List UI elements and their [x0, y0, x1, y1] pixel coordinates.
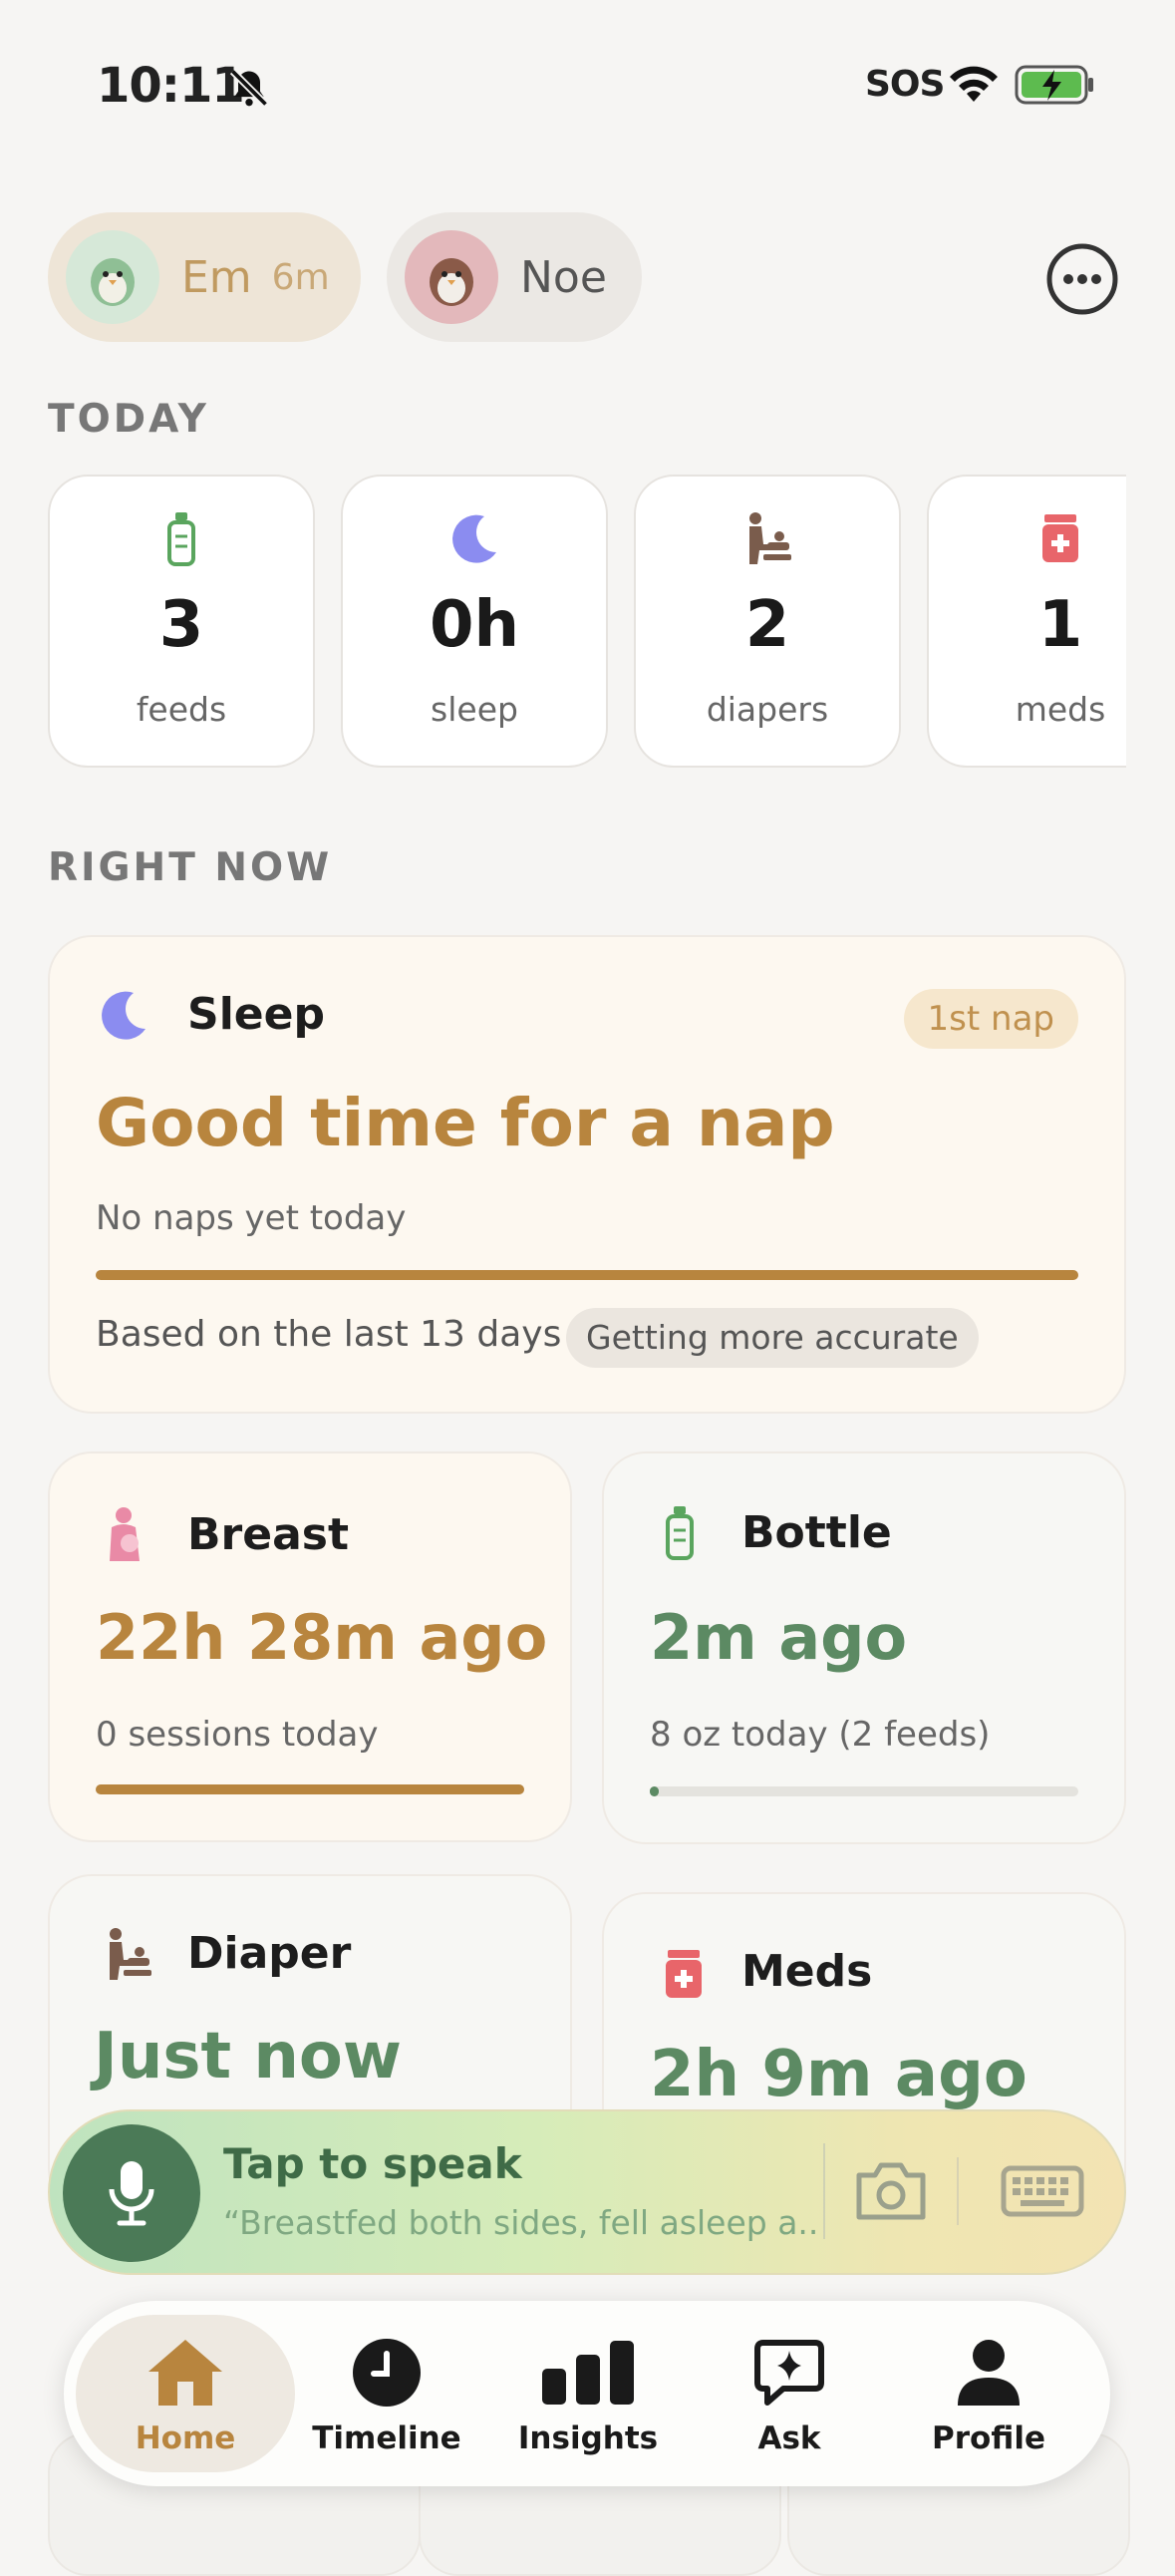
- bottle-card-title: Bottle: [741, 1507, 892, 1558]
- microphone-button[interactable]: [63, 2124, 200, 2262]
- breast-card[interactable]: Breast 22h 28m ago 0 sessions today: [48, 1451, 572, 1842]
- voice-input-bar[interactable]: [48, 2109, 1126, 2275]
- stat-card-sleep[interactable]: 0h sleep: [341, 475, 608, 768]
- stat-value-meds: 1: [1037, 588, 1083, 662]
- sleep-basis-text: Based on the last 13 days: [96, 1314, 562, 1355]
- tab-ask-label: Ask: [757, 2420, 821, 2456]
- keyboard-icon[interactable]: [1001, 2165, 1084, 2217]
- meds-card-title: Meds: [741, 1946, 873, 1997]
- microphone-icon: [109, 2161, 154, 2226]
- diaper-changing-icon: [102, 1926, 153, 1986]
- meds-icon: [929, 510, 1126, 574]
- voice-bar-divider: [823, 2143, 825, 2239]
- stat-value-sleep: 0h: [429, 588, 520, 662]
- profile-pill-em[interactable]: Em 6m: [48, 212, 361, 342]
- bottle-subtitle: 8 oz today (2 feeds): [650, 1715, 991, 1755]
- breast-subtitle: 0 sessions today: [96, 1715, 379, 1755]
- breastfeeding-icon: [104, 1505, 147, 1569]
- tab-insights-label: Insights: [517, 2420, 659, 2456]
- diaper-headline: Just now: [94, 2020, 402, 2093]
- bottle-headline: 2m ago: [650, 1601, 908, 1674]
- sleep-progress-fill: [96, 1270, 1078, 1280]
- home-icon: [145, 2333, 226, 2413]
- bird-avatar-icon: [66, 230, 159, 324]
- voice-prompt-title: Tap to speak: [223, 2139, 522, 2188]
- sleep-headline: Good time for a nap: [96, 1085, 835, 1161]
- voice-prompt-hint: “Breastfed both sides, fell asleep a...: [223, 2203, 817, 2242]
- sleep-progress-bar: [96, 1270, 1078, 1280]
- profile-age-em: 6m: [271, 256, 330, 298]
- sleep-card[interactable]: Sleep 1st nap Good time for a nap No nap…: [48, 935, 1126, 1414]
- stat-label-meds: meds: [1015, 690, 1106, 729]
- meds-headline: 2h 9m ago: [650, 2038, 1028, 2111]
- breast-headline: 22h 28m ago: [96, 1601, 548, 1674]
- breast-card-title: Breast: [187, 1509, 349, 1560]
- tab-profile[interactable]: Profile: [899, 2301, 1078, 2486]
- bottle-icon: [50, 510, 313, 574]
- profile-name-em: Em: [181, 251, 252, 303]
- diaper-changing-icon: [636, 510, 899, 574]
- moon-icon: [96, 987, 151, 1047]
- tab-timeline-label: Timeline: [312, 2420, 461, 2456]
- breast-progress-fill: [96, 1784, 524, 1794]
- stat-value-diapers: 2: [744, 588, 790, 662]
- stat-card-feeds[interactable]: 3 feeds: [48, 475, 315, 768]
- person-icon: [956, 2333, 1022, 2413]
- diaper-card-title: Diaper: [187, 1928, 352, 1979]
- stat-value-feeds: 3: [158, 588, 204, 662]
- clock-icon: [350, 2333, 424, 2413]
- chat-sparkle-icon: [753, 2333, 825, 2413]
- sleep-nap-badge: 1st nap: [903, 989, 1078, 1049]
- profile-name-noe: Noe: [520, 251, 607, 303]
- bell-muted-icon: [227, 66, 271, 110]
- battery-charging-icon: [1015, 64, 1096, 106]
- stat-label-sleep: sleep: [431, 690, 518, 729]
- bottle-progress-bar: [650, 1786, 1078, 1796]
- sleep-subtitle: No naps yet today: [96, 1198, 407, 1238]
- breast-progress-bar: [96, 1784, 524, 1794]
- stat-card-meds[interactable]: 1 meds: [927, 475, 1126, 768]
- stat-label-diapers: diapers: [706, 690, 829, 729]
- sleep-card-title: Sleep: [187, 989, 325, 1040]
- today-section-label: TODAY: [48, 397, 209, 442]
- bar-chart-icon: [540, 2333, 636, 2413]
- moon-icon: [343, 510, 606, 574]
- tab-insights[interactable]: Insights: [498, 2301, 678, 2486]
- more-options-icon[interactable]: [1044, 241, 1120, 317]
- accuracy-badge: Getting more accurate: [566, 1308, 979, 1368]
- camera-icon[interactable]: [853, 2159, 929, 2223]
- tab-profile-label: Profile: [932, 2420, 1045, 2456]
- sos-indicator: SOS: [865, 64, 945, 105]
- bird-avatar-icon: [405, 230, 498, 324]
- bottle-icon: [660, 1503, 700, 1565]
- tab-home[interactable]: Home: [76, 2301, 295, 2486]
- meds-icon: [662, 1946, 706, 2006]
- voice-bar-divider: [957, 2157, 959, 2225]
- bottle-progress-fill: [650, 1786, 659, 1796]
- stat-card-diapers[interactable]: 2 diapers: [634, 475, 901, 768]
- today-stats-strip[interactable]: 3 feeds 0h sleep 2 diapers 1 meds: [48, 475, 1126, 770]
- right-now-section-label: RIGHT NOW: [48, 845, 333, 890]
- bottle-card[interactable]: Bottle 2m ago 8 oz today (2 feeds): [602, 1451, 1126, 1844]
- tab-home-label: Home: [135, 2420, 236, 2456]
- wifi-icon: [947, 62, 1001, 106]
- profile-pill-noe[interactable]: Noe: [387, 212, 642, 342]
- stat-label-feeds: feeds: [136, 690, 227, 729]
- status-time: 10:11: [97, 58, 245, 114]
- tab-timeline[interactable]: Timeline: [297, 2301, 476, 2486]
- tab-ask[interactable]: Ask: [700, 2301, 879, 2486]
